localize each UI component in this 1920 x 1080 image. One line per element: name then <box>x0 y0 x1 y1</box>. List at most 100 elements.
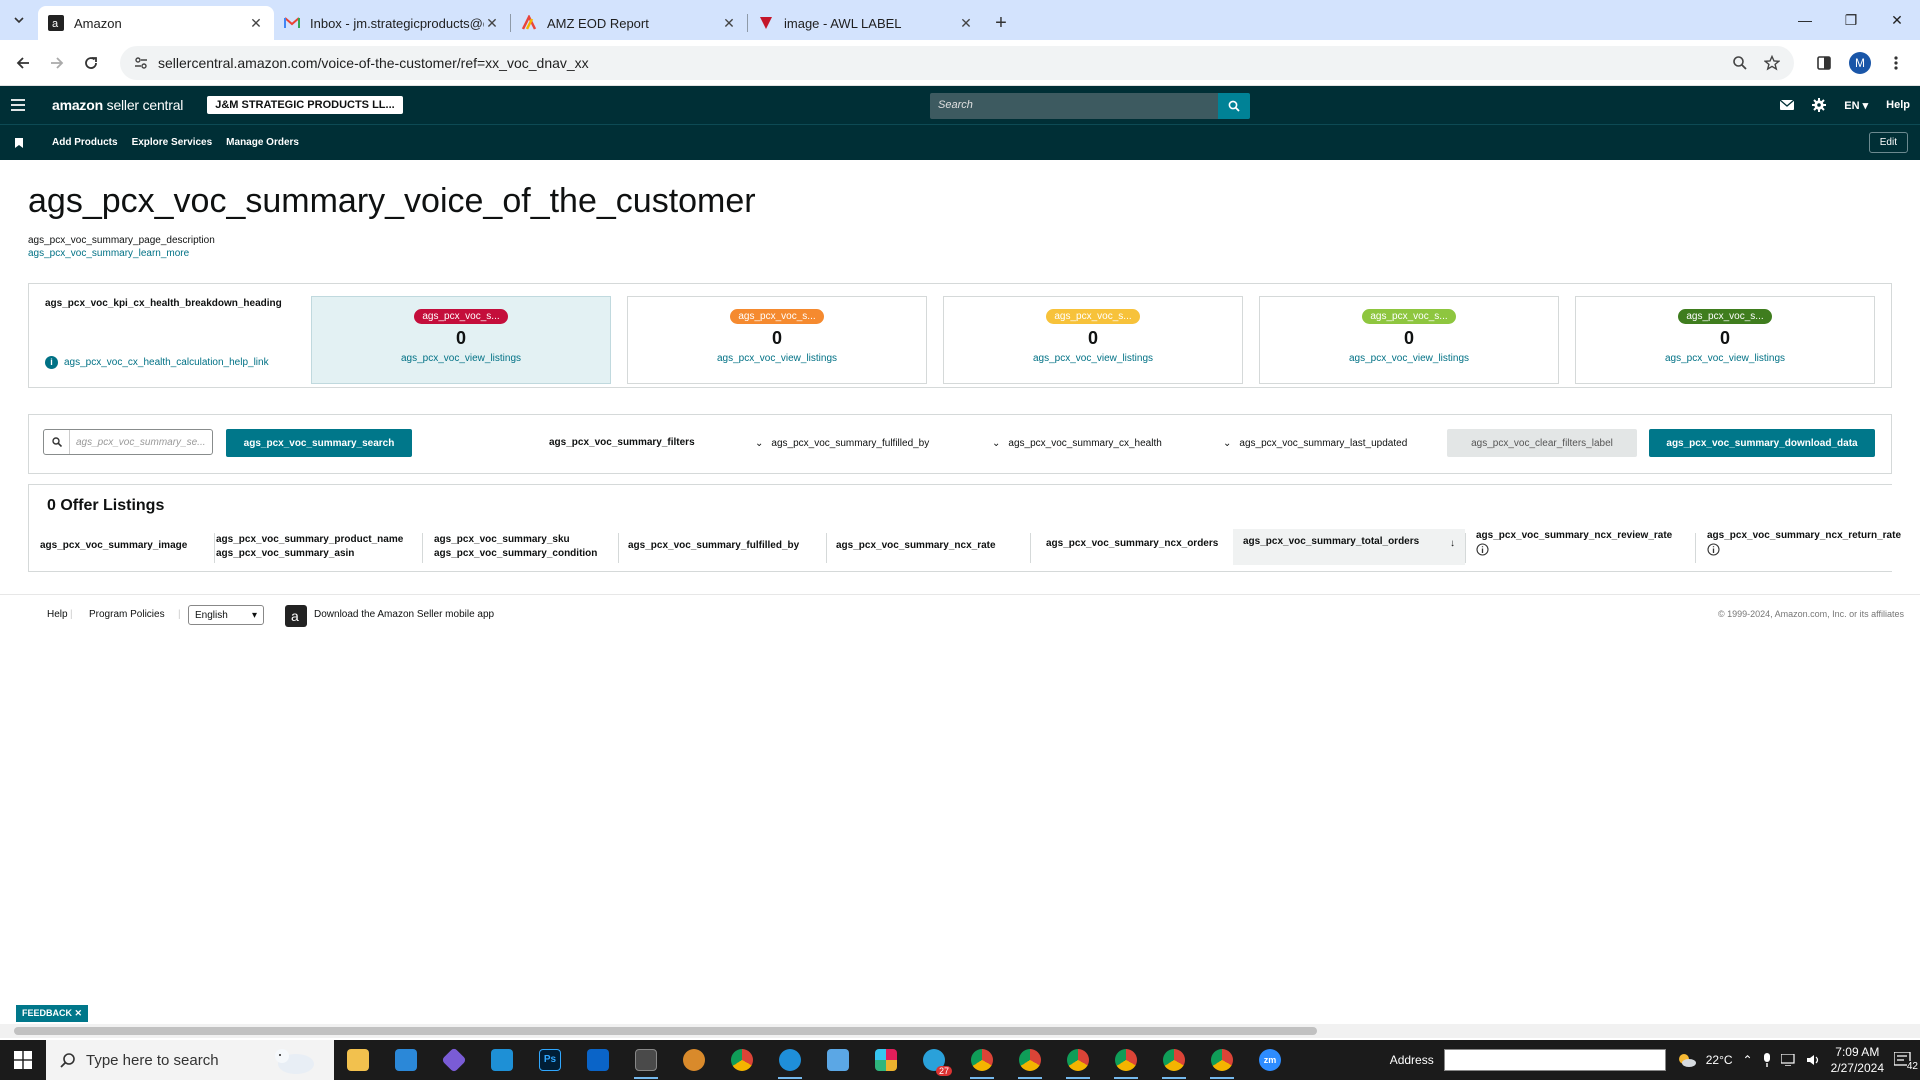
settings-gear-icon[interactable] <box>1812 98 1827 112</box>
side-panel-icon[interactable] <box>1808 47 1840 79</box>
info-circle-icon[interactable] <box>1707 543 1901 556</box>
tab-amz-eod-report[interactable]: AMZ EOD Report ✕ <box>511 6 747 40</box>
reload-icon[interactable] <box>76 48 106 78</box>
slack-icon[interactable] <box>862 1040 910 1080</box>
chrome-profile-icon[interactable] <box>1198 1040 1246 1080</box>
nav-add-products[interactable]: Add Products <box>52 137 118 148</box>
view-listings-link[interactable]: ags_pcx_voc_view_listings <box>1260 353 1558 364</box>
photoshop-icon[interactable]: Ps <box>526 1040 574 1080</box>
weather-temperature[interactable]: 22°C <box>1706 1053 1733 1067</box>
tab-amazon[interactable]: a Amazon ✕ <box>38 6 274 40</box>
listing-search-field[interactable]: ags_pcx_voc_summary_se... <box>43 429 213 455</box>
column-header-ncx-orders[interactable]: ags_pcx_voc_summary_ncx_orders⇅ <box>1046 537 1245 551</box>
search-button[interactable]: ags_pcx_voc_summary_search <box>226 429 412 457</box>
horizontal-scrollbar[interactable] <box>0 1024 1920 1038</box>
windows-start-icon[interactable] <box>0 1040 46 1080</box>
mail-icon[interactable] <box>1780 100 1795 110</box>
tab-close-icon[interactable]: ✕ <box>958 15 974 31</box>
nav-explore-services[interactable]: Explore Services <box>132 137 213 148</box>
fulfilled-by-filter[interactable]: ⌄ ags_pcx_voc_summary_fulfilled_by <box>755 438 929 449</box>
language-selector[interactable]: EN ▾ <box>1844 99 1868 112</box>
column-header-fulfilled-by[interactable]: ags_pcx_voc_summary_fulfilled_by <box>628 539 799 553</box>
column-header-ncx-review-rate[interactable]: ags_pcx_voc_summary_ncx_review_rate <box>1476 529 1672 556</box>
info-circle-icon[interactable] <box>1476 543 1672 556</box>
scrollbar-thumb[interactable] <box>14 1027 1317 1035</box>
header-search-button[interactable] <box>1218 93 1250 119</box>
taskbar-clock[interactable]: 7:09 AM 2/27/2024 <box>1831 1044 1884 1076</box>
help-link[interactable]: Help <box>1886 99 1910 111</box>
column-header-ncx-return-rate[interactable]: ags_pcx_voc_summary_ncx_return_rate <box>1707 529 1901 556</box>
microphone-icon[interactable] <box>1763 1053 1771 1067</box>
kpi-card-fair[interactable]: ags_pcx_voc_s... 0 ags_pcx_voc_view_list… <box>943 296 1243 384</box>
site-info-icon[interactable] <box>134 56 148 70</box>
view-listings-link[interactable]: ags_pcx_voc_view_listings <box>628 353 926 364</box>
zoom-app-icon[interactable]: zm <box>1246 1040 1294 1080</box>
chrome-profile-icon[interactable] <box>1150 1040 1198 1080</box>
edit-nav-button[interactable]: Edit <box>1868 132 1908 153</box>
clear-filters-button[interactable]: ags_pcx_voc_clear_filters_label <box>1447 429 1637 457</box>
header-search-input[interactable]: Search <box>930 93 1218 119</box>
hamburger-menu-icon[interactable] <box>0 99 36 111</box>
column-header-total-orders[interactable]: ags_pcx_voc_summary_total_orders ↓ <box>1233 529 1465 565</box>
network-icon[interactable] <box>1780 1054 1797 1066</box>
bookmark-icon[interactable] <box>0 137 38 148</box>
view-listings-link[interactable]: ags_pcx_voc_view_listings <box>1576 353 1874 364</box>
bookmark-star-icon[interactable] <box>1764 54 1780 71</box>
column-header-sku[interactable]: ags_pcx_voc_summary_sku ags_pcx_voc_summa… <box>434 533 597 561</box>
seller-central-logo[interactable]: amazon seller central <box>52 97 183 113</box>
kpi-card-good[interactable]: ags_pcx_voc_s... 0 ags_pcx_voc_view_list… <box>1259 296 1559 384</box>
mail-app-icon[interactable] <box>574 1040 622 1080</box>
microsoft-store-icon[interactable] <box>382 1040 430 1080</box>
column-header-product-name[interactable]: ags_pcx_voc_summary_product_name ags_pcx_… <box>216 533 403 561</box>
acorn-app-icon[interactable] <box>670 1040 718 1080</box>
chrome-profile-icon[interactable] <box>1054 1040 1102 1080</box>
tray-chevron-up-icon[interactable]: ⌃ <box>1743 1053 1753 1067</box>
browser-menu-icon[interactable] <box>1880 47 1912 79</box>
kpi-card-very-poor[interactable]: ags_pcx_voc_s... 0 ags_pcx_voc_view_list… <box>311 296 611 384</box>
last-updated-filter[interactable]: ⌄ ags_pcx_voc_summary_last_updated <box>1223 438 1407 449</box>
back-arrow-icon[interactable] <box>8 48 38 78</box>
listing-search-input[interactable]: ags_pcx_voc_summary_se... <box>70 437 206 448</box>
footer-help-link[interactable]: Help <box>47 609 68 620</box>
chrome-profile-icon[interactable] <box>1102 1040 1150 1080</box>
address-toolbar-input[interactable] <box>1443 1049 1666 1071</box>
cx-health-filter[interactable]: ⌄ ags_pcx_voc_summary_cx_health <box>992 438 1162 449</box>
tab-gmail[interactable]: Inbox - jm.strategicproducts@g ✕ <box>274 6 510 40</box>
tab-close-icon[interactable]: ✕ <box>721 15 737 31</box>
kpi-card-excellent[interactable]: ags_pcx_voc_s... 0 ags_pcx_voc_view_list… <box>1575 296 1875 384</box>
kpi-card-poor[interactable]: ags_pcx_voc_s... 0 ags_pcx_voc_view_list… <box>627 296 927 384</box>
weather-icon[interactable] <box>1676 1052 1696 1068</box>
sort-descending-icon[interactable]: ↓ <box>1450 537 1455 551</box>
column-header-image[interactable]: ags_pcx_voc_summary_image <box>40 539 187 553</box>
learn-more-link[interactable]: ags_pcx_voc_summary_learn_more <box>28 248 1892 259</box>
view-listings-link[interactable]: ags_pcx_voc_view_listings <box>312 353 610 364</box>
download-app-link[interactable]: Download the Amazon Seller mobile app <box>314 609 494 620</box>
copilot-icon[interactable] <box>430 1040 478 1080</box>
notepad-icon[interactable] <box>814 1040 862 1080</box>
zoom-icon[interactable] <box>1732 55 1748 71</box>
remote-desktop-icon[interactable] <box>478 1040 526 1080</box>
new-tab-plus-icon[interactable]: + <box>984 6 1018 40</box>
footer-language-select[interactable]: English ▾ <box>188 605 264 625</box>
forward-arrow-icon[interactable] <box>42 48 72 78</box>
volume-icon[interactable] <box>1806 1054 1821 1066</box>
file-explorer-icon[interactable] <box>334 1040 382 1080</box>
tab-awl-label[interactable]: image - AWL LABEL ✕ <box>748 6 984 40</box>
tab-close-icon[interactable]: ✕ <box>484 15 500 31</box>
chrome-profile-icon[interactable] <box>1006 1040 1054 1080</box>
address-bar[interactable]: sellercentral.amazon.com/voice-of-the-cu… <box>120 45 1794 80</box>
download-data-button[interactable]: ags_pcx_voc_summary_download_data <box>1649 429 1875 457</box>
kpi-help-link[interactable]: i ags_pcx_voc_cx_health_calculation_help… <box>45 356 269 369</box>
feedback-button[interactable]: FEEDBACK ✕ <box>16 1005 89 1022</box>
tab-search-chevron-icon[interactable] <box>0 0 38 40</box>
restore-icon[interactable]: ❐ <box>1828 0 1874 40</box>
telegram-icon[interactable]: 27 <box>910 1040 958 1080</box>
chrome-icon[interactable] <box>718 1040 766 1080</box>
close-window-icon[interactable]: ✕ <box>1874 0 1920 40</box>
calculator-icon[interactable] <box>622 1040 670 1080</box>
taskbar-search-box[interactable]: Type here to search <box>46 1040 334 1080</box>
view-listings-link[interactable]: ags_pcx_voc_view_listings <box>944 353 1242 364</box>
column-header-ncx-rate[interactable]: ags_pcx_voc_summary_ncx_rate <box>836 539 996 553</box>
firefox-dev-icon[interactable] <box>766 1040 814 1080</box>
nav-manage-orders[interactable]: Manage Orders <box>226 137 299 148</box>
